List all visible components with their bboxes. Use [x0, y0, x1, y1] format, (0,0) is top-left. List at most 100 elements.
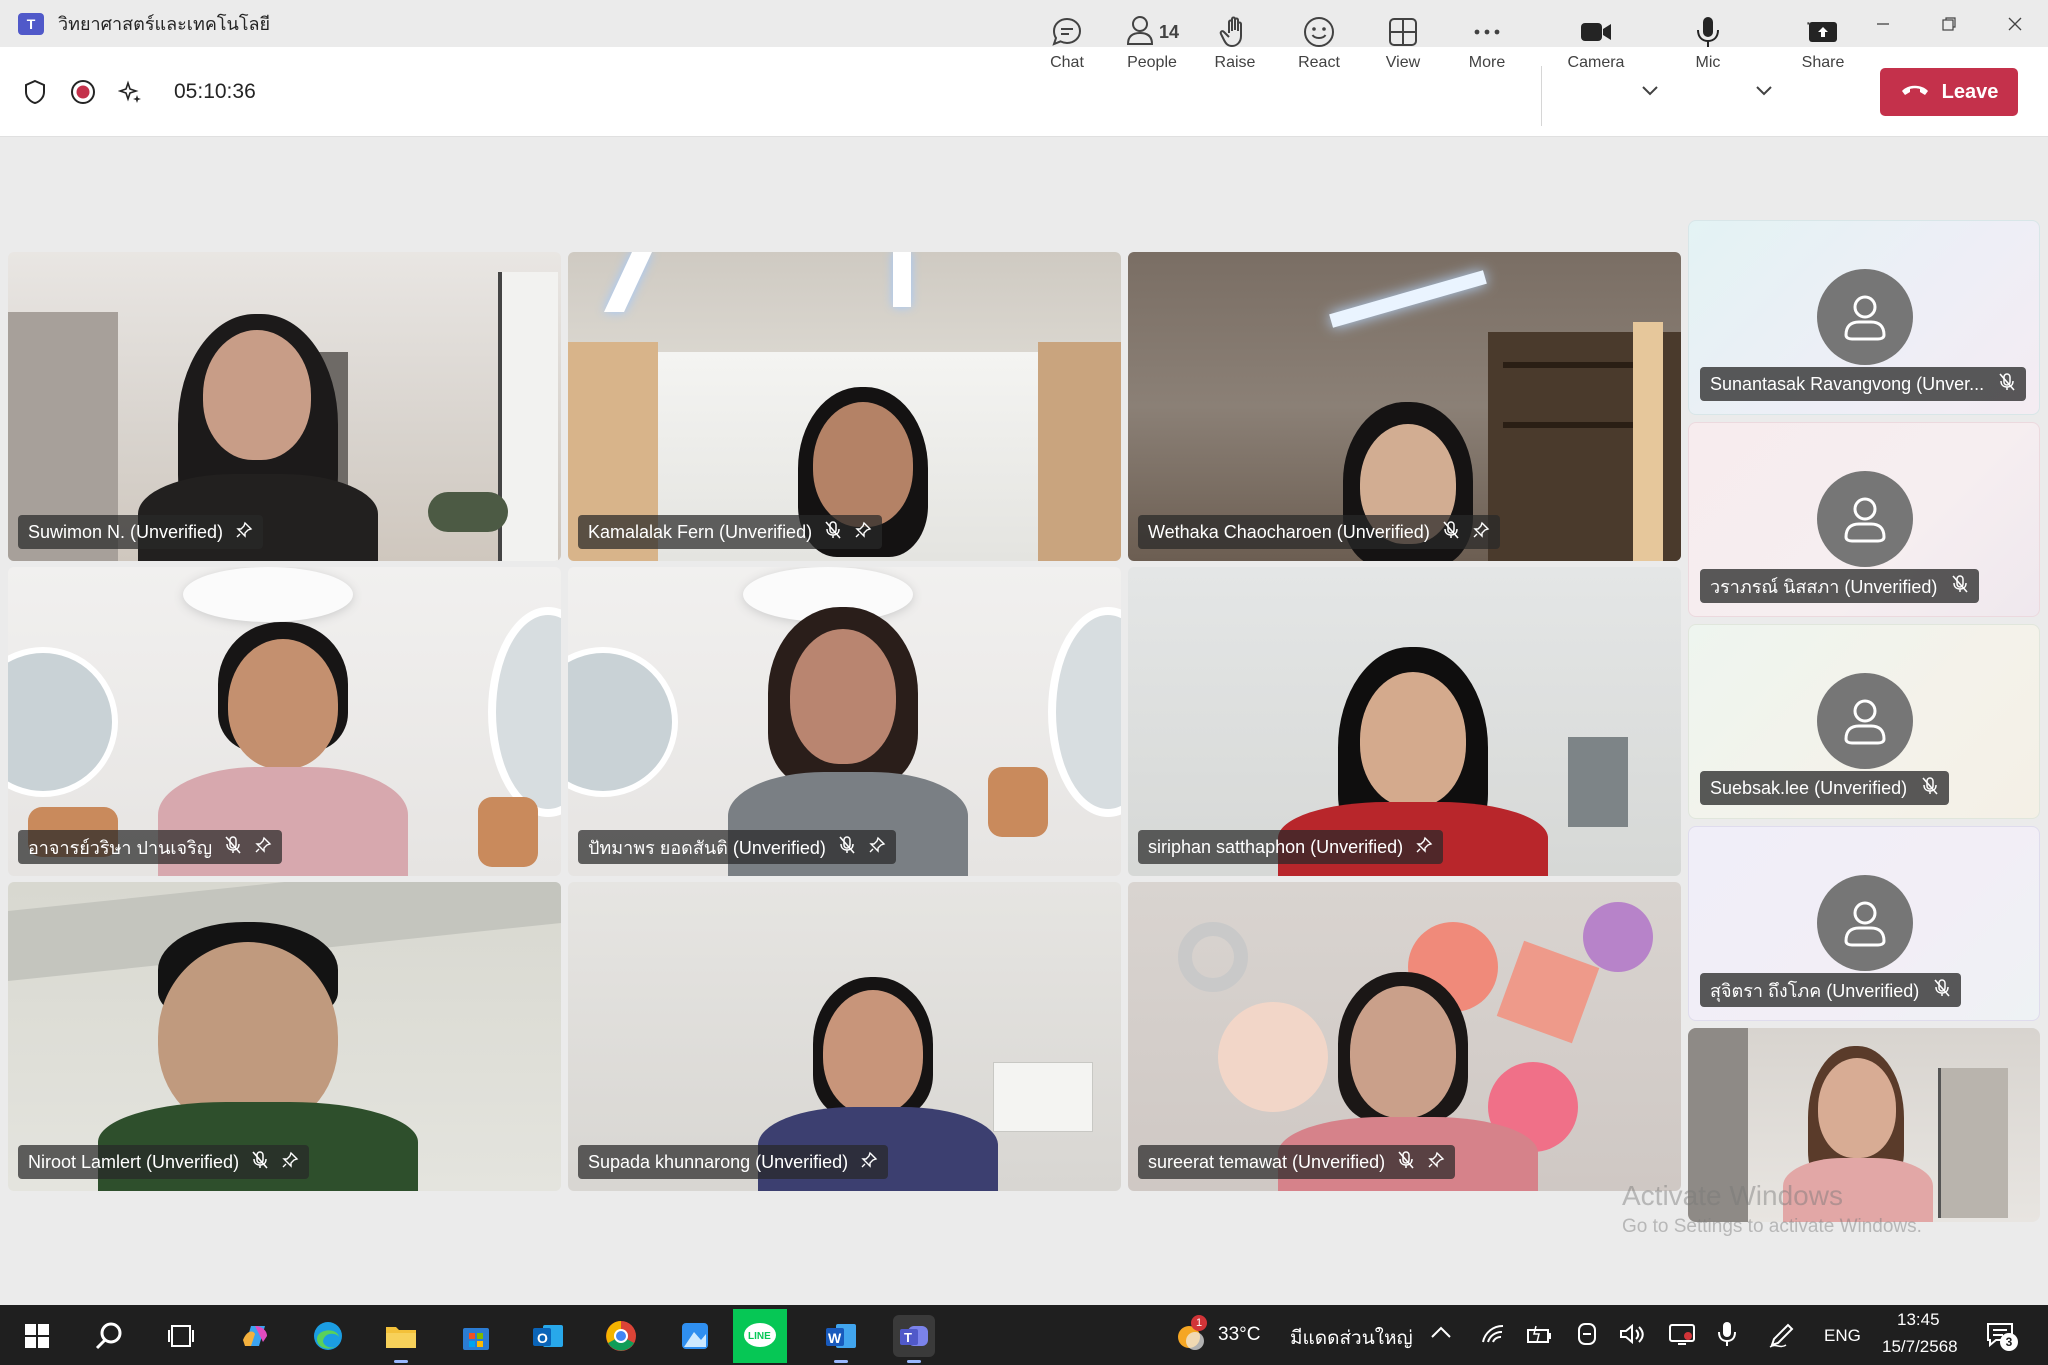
- participant-name-tag: Sunantasak Ravangvong (Unver...: [1700, 367, 2027, 401]
- people-button[interactable]: 14 People: [1115, 14, 1189, 80]
- pin-icon[interactable]: [254, 836, 272, 859]
- pin-icon[interactable]: [1415, 836, 1433, 859]
- participant-name-tag: วราภรณ์ นิสสภา (Unverified): [1700, 569, 1980, 603]
- audio-participant-tile[interactable]: วราภรณ์ นิสสภา (Unverified): [1688, 422, 2040, 617]
- share-button[interactable]: Share: [1787, 14, 1859, 80]
- microphone-tray-icon[interactable]: [1716, 1320, 1738, 1353]
- participant-name-tag: Niroot Lamlert (Unverified): [18, 1145, 310, 1179]
- battery-icon[interactable]: [1526, 1322, 1554, 1351]
- people-count: 14: [1158, 21, 1180, 42]
- leave-button[interactable]: Leave: [1880, 68, 2018, 116]
- mic-off-icon: [224, 835, 242, 860]
- mic-off-icon: [824, 520, 842, 545]
- copilot-icon[interactable]: [234, 1315, 276, 1357]
- participant-name-tag: siriphan satthaphon (Unverified): [1138, 830, 1444, 864]
- video-tile[interactable]: Niroot Lamlert (Unverified): [8, 882, 561, 1191]
- participant-name-tag: ปัทมาพร ยอดสันติ (Unverified): [578, 830, 896, 864]
- meeting-timer: 05:10:36: [174, 80, 256, 103]
- microsoft-store-icon[interactable]: [455, 1315, 497, 1357]
- weather-icon[interactable]: 1: [1173, 1315, 1207, 1353]
- wifi-icon[interactable]: [1480, 1322, 1506, 1351]
- raise-hand-button[interactable]: Raise: [1199, 14, 1271, 80]
- start-button[interactable]: [16, 1315, 58, 1357]
- language-indicator[interactable]: ENG: [1824, 1326, 1861, 1346]
- svg-text:LINE: LINE: [748, 1331, 771, 1342]
- volume-icon[interactable]: [1618, 1322, 1646, 1351]
- camera-options-chevron-icon[interactable]: [1638, 78, 1662, 102]
- pin-icon[interactable]: [281, 1151, 299, 1174]
- ellipsis-icon: [1470, 14, 1504, 50]
- pin-icon[interactable]: [868, 836, 886, 859]
- grid-icon: [1387, 14, 1419, 50]
- word-icon[interactable]: W: [820, 1315, 862, 1363]
- notification-icon[interactable]: 3: [1986, 1321, 2018, 1351]
- chrome-icon[interactable]: [600, 1315, 642, 1357]
- photos-icon[interactable]: [674, 1315, 716, 1357]
- audio-participant-tile[interactable]: Suebsak.lee (Unverified): [1688, 624, 2040, 819]
- line-icon[interactable]: LINE: [733, 1309, 787, 1363]
- chevron-up-icon[interactable]: [1430, 1325, 1452, 1344]
- pen-icon[interactable]: [1768, 1321, 1796, 1354]
- chat-icon: [1050, 14, 1084, 50]
- view-button[interactable]: View: [1367, 14, 1439, 80]
- close-button[interactable]: [1982, 0, 2048, 47]
- chat-button[interactable]: Chat: [1031, 14, 1103, 80]
- clock-time[interactable]: 13:45: [1897, 1310, 1940, 1330]
- restore-button[interactable]: [1916, 0, 1982, 47]
- mic-off-icon: [1933, 978, 1951, 1003]
- video-tile[interactable]: sureerat temawat (Unverified): [1128, 882, 1681, 1191]
- sparkle-icon[interactable]: [118, 79, 144, 105]
- people-icon: [1125, 14, 1155, 51]
- teams-icon: T: [18, 12, 44, 35]
- video-tile[interactable]: Supada khunnarong (Unverified): [568, 882, 1121, 1191]
- clock-date[interactable]: 15/7/2568: [1882, 1337, 1958, 1357]
- participant-name-tag: Wethaka Chaocharoen (Unverified): [1138, 515, 1500, 549]
- pin-icon[interactable]: [1427, 1151, 1445, 1174]
- mic-off-icon: [1998, 372, 2016, 397]
- meet-now-icon[interactable]: [1574, 1321, 1600, 1352]
- mic-button[interactable]: Mic: [1672, 14, 1744, 80]
- video-tile[interactable]: อาจารย์วริษา ปานเจริญ: [8, 567, 561, 876]
- outlook-icon[interactable]: O: [527, 1315, 569, 1357]
- video-tile[interactable]: Wethaka Chaocharoen (Unverified): [1128, 252, 1681, 561]
- minimize-button[interactable]: [1850, 0, 1916, 47]
- audio-participant-tile[interactable]: Sunantasak Ravangvong (Unver...: [1688, 220, 2040, 415]
- activate-windows-watermark: Activate Windows Go to Settings to activ…: [1622, 1180, 1922, 1237]
- screen-share-icon[interactable]: [1668, 1322, 1696, 1351]
- pin-icon[interactable]: [1472, 521, 1490, 544]
- avatar: [1817, 875, 1913, 971]
- video-tile[interactable]: Kamalalak Fern (Unverified): [568, 252, 1121, 561]
- svg-text:T: T: [904, 1330, 912, 1345]
- audio-participant-tile[interactable]: สุจิตรา ถึงโภค (Unverified): [1688, 826, 2040, 1021]
- window-title: วิทยาศาสตร์และเทคโนโลยี: [58, 14, 271, 34]
- mic-off-icon: [838, 835, 856, 860]
- mic-off-icon: [1951, 574, 1969, 599]
- video-tile[interactable]: ปัทมาพร ยอดสันติ (Unverified): [568, 567, 1121, 876]
- smiley-icon: [1302, 14, 1336, 50]
- more-button[interactable]: More: [1451, 14, 1523, 80]
- teams-taskbar-icon[interactable]: T: [893, 1315, 935, 1363]
- search-icon[interactable]: [88, 1315, 130, 1357]
- recording-icon[interactable]: [70, 79, 96, 105]
- video-tile[interactable]: siriphan satthaphon (Unverified): [1128, 567, 1681, 876]
- windows-taskbar: O LINE W T 1 33°C มีแดดส่วนใหญ่ ENG 13:4…: [0, 1305, 2048, 1365]
- microphone-icon: [1693, 14, 1723, 50]
- participant-name-tag: sureerat temawat (Unverified): [1138, 1145, 1456, 1179]
- task-view-icon[interactable]: [160, 1315, 202, 1357]
- weather-badge: 1: [1191, 1315, 1207, 1331]
- camera-button[interactable]: Camera: [1560, 14, 1632, 80]
- svg-text:O: O: [537, 1330, 548, 1346]
- avatar: [1817, 673, 1913, 769]
- pin-icon[interactable]: [860, 1151, 878, 1174]
- participant-name-tag: สุจิตรา ถึงโภค (Unverified): [1700, 973, 1962, 1007]
- pin-icon[interactable]: [235, 521, 253, 544]
- pin-icon[interactable]: [854, 521, 872, 544]
- file-explorer-icon[interactable]: [380, 1315, 422, 1363]
- react-button[interactable]: React: [1283, 14, 1355, 80]
- shield-icon[interactable]: [22, 79, 48, 105]
- mic-options-chevron-icon[interactable]: [1752, 78, 1776, 102]
- video-tile[interactable]: Suwimon N. (Unverified): [8, 252, 561, 561]
- hand-icon: [1219, 14, 1251, 50]
- weather-temp: 33°C: [1218, 1324, 1261, 1345]
- edge-icon[interactable]: [307, 1315, 349, 1357]
